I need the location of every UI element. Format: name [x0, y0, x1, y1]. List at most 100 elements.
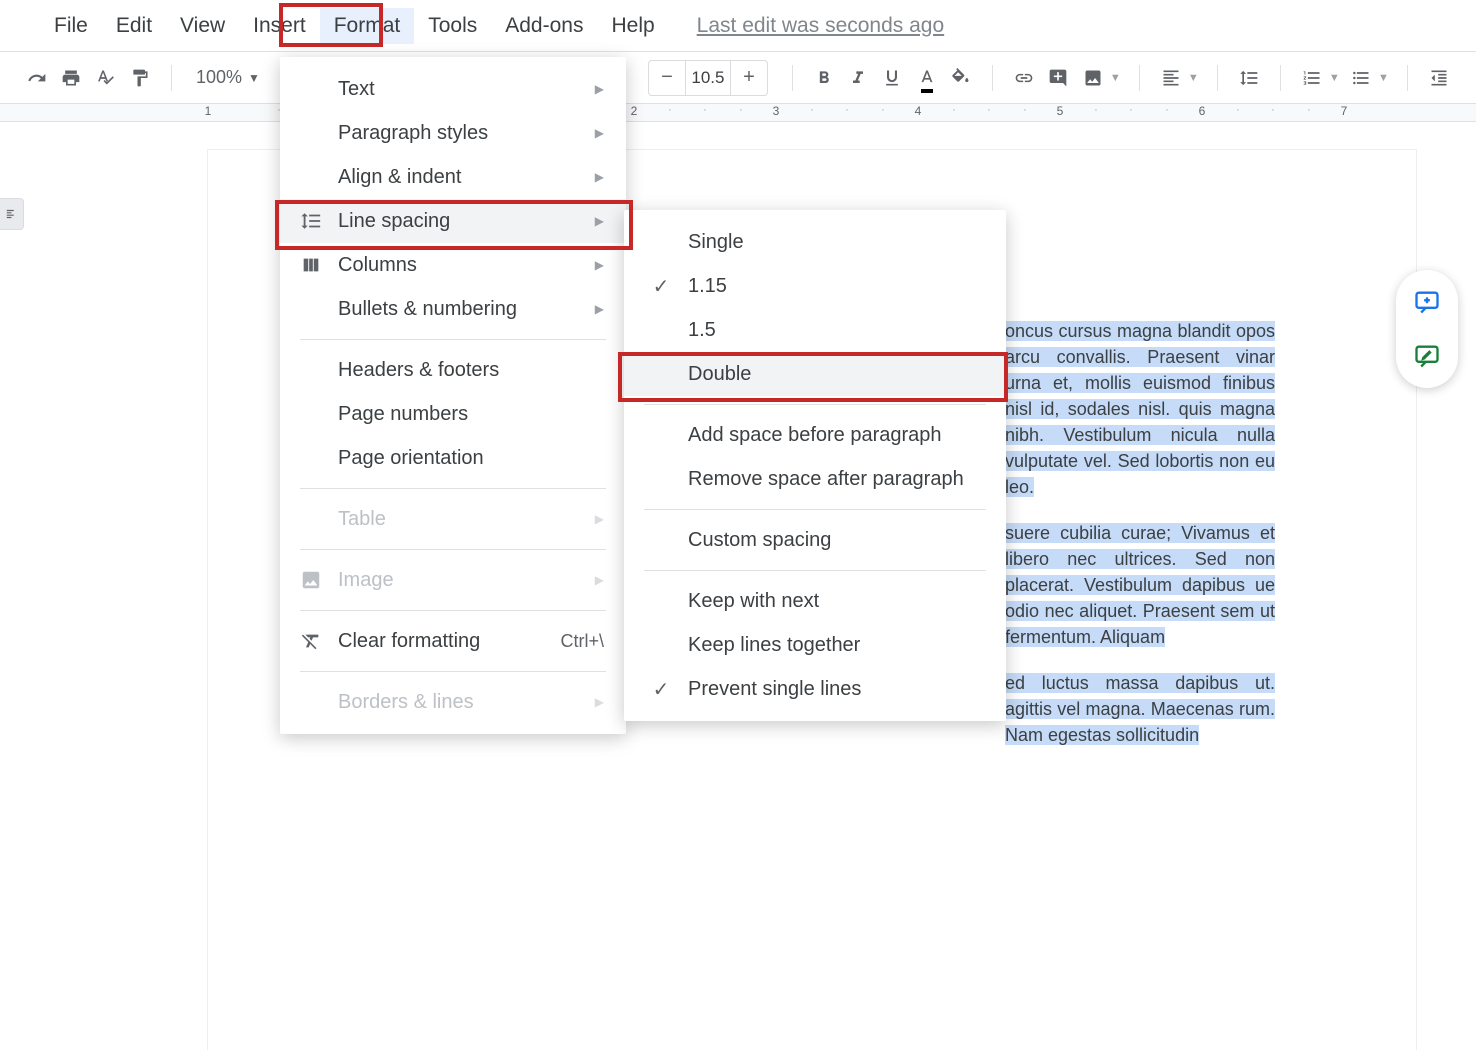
menu-item-label: Image [338, 569, 581, 592]
underline-button[interactable] [879, 60, 905, 96]
checkmark-icon: ✓ [648, 677, 674, 702]
line-spacing-item-custom-spacing[interactable]: Custom spacing [624, 518, 1006, 562]
spellcheck-button[interactable] [93, 60, 119, 96]
insert-image-button[interactable] [1080, 60, 1106, 96]
menu-item-label: Bullets & numbering [338, 298, 581, 321]
menu-item-label: Table [338, 508, 581, 531]
submenu-arrow-icon: ▶ [595, 573, 604, 587]
menu-item-label: Prevent single lines [688, 678, 978, 701]
paint-format-button[interactable] [127, 60, 153, 96]
line-spacing-item-remove-space-after-paragraph[interactable]: Remove space after paragraph [624, 457, 1006, 501]
format-dropdown-menu: Text▶Paragraph styles▶Align & indent▶Lin… [280, 57, 626, 734]
font-size-decrease[interactable]: − [649, 61, 685, 95]
document-outline-toggle[interactable] [0, 198, 24, 230]
text-color-button[interactable] [914, 60, 940, 96]
last-edit-link[interactable]: Last edit was seconds ago [683, 8, 959, 44]
bulleted-list-button[interactable] [1348, 60, 1374, 96]
menu-item-label: Remove space after paragraph [688, 468, 978, 491]
format-menu-item-table: Table ▶ [280, 497, 626, 541]
menu-item-label: Page orientation [338, 447, 604, 470]
line-spacing-item-1-5[interactable]: 1.5 [624, 308, 1006, 352]
menu-addons[interactable]: Add-ons [491, 8, 597, 44]
menu-item-label: Single [688, 231, 978, 254]
ruler-number: 2 [631, 104, 638, 118]
format-menu-item-headers-footers[interactable]: Headers & footers [280, 348, 626, 392]
menu-tools[interactable]: Tools [414, 8, 491, 44]
redo-button[interactable] [24, 60, 50, 96]
format-menu-item-columns[interactable]: Columns▶ [280, 243, 626, 287]
menu-item-label: Line spacing [338, 210, 581, 233]
format-menu-item-bullets-numbering[interactable]: Bullets & numbering ▶ [280, 287, 626, 331]
image-icon [298, 569, 324, 591]
submenu-arrow-icon: ▶ [595, 82, 604, 96]
insert-link-button[interactable] [1011, 60, 1037, 96]
zoom-value: 100% [196, 67, 242, 88]
line-spacing-icon [298, 210, 324, 232]
format-menu-item-align-indent[interactable]: Align & indent▶ [280, 155, 626, 199]
font-size-increase[interactable]: + [731, 61, 767, 95]
add-comment-icon[interactable] [1411, 286, 1443, 318]
submenu-arrow-icon: ▶ [595, 214, 604, 228]
side-panel-fab [1396, 270, 1458, 388]
menu-insert[interactable]: Insert [239, 8, 320, 44]
line-spacing-submenu: Single ✓1.15 1.5 Double Add space before par… [624, 210, 1006, 721]
ruler-number: 7 [1341, 104, 1348, 118]
bold-button[interactable] [811, 60, 837, 96]
line-spacing-item-keep-lines-together[interactable]: Keep lines together [624, 623, 1006, 667]
format-menu-item-image: Image ▶ [280, 558, 626, 602]
menu-item-label: Text [338, 78, 581, 101]
font-size-stepper: − + [648, 60, 768, 96]
selected-text: ed luctus massa dapibus ut. agittis vel … [1005, 673, 1275, 745]
submenu-arrow-icon: ▶ [595, 512, 604, 526]
ruler-number: 6 [1199, 104, 1206, 118]
menu-help[interactable]: Help [597, 8, 668, 44]
line-spacing-item-1-15[interactable]: ✓1.15 [624, 264, 1006, 308]
menu-edit[interactable]: Edit [102, 8, 166, 44]
menu-item-label: Clear formatting [338, 630, 546, 653]
line-spacing-item-add-space-before-paragraph[interactable]: Add space before paragraph [624, 413, 1006, 457]
line-spacing-item-double[interactable]: Double [624, 352, 1006, 396]
selected-text: suere cubilia curae; Vivamus et libero n… [1005, 523, 1275, 647]
format-menu-item-page-orientation[interactable]: Page orientation [280, 436, 626, 480]
align-button[interactable] [1158, 60, 1184, 96]
menu-item-label: Headers & footers [338, 359, 604, 382]
checkmark-icon: ✓ [648, 274, 674, 299]
caret-down-icon: ▼ [1110, 72, 1121, 84]
line-spacing-item-keep-with-next[interactable]: Keep with next [624, 579, 1006, 623]
menu-item-label: Borders & lines [338, 691, 581, 714]
ruler: 1 · · · · · 2 · · · 3 · · · 4 · · · 5 · … [0, 104, 1476, 122]
highlight-color-button[interactable] [948, 60, 974, 96]
menu-format[interactable]: Format [320, 8, 415, 44]
ruler-number: 1 [205, 104, 212, 118]
line-spacing-item-prevent-single-lines[interactable]: ✓ Prevent single lines [624, 667, 1006, 711]
print-button[interactable] [58, 60, 84, 96]
format-menu-item-page-numbers[interactable]: Page numbers [280, 392, 626, 436]
caret-down-icon: ▼ [1188, 72, 1199, 84]
format-menu-item-clear-formatting[interactable]: Clear formattingCtrl+\ [280, 619, 626, 663]
suggest-edits-icon[interactable] [1411, 340, 1443, 372]
format-menu-item-line-spacing[interactable]: Line spacing ▶ [280, 199, 626, 243]
submenu-arrow-icon: ▶ [595, 258, 604, 272]
submenu-arrow-icon: ▶ [595, 302, 604, 316]
caret-down-icon: ▼ [248, 71, 260, 85]
decrease-indent-button[interactable] [1426, 60, 1452, 96]
insert-comment-button[interactable] [1045, 60, 1071, 96]
format-menu-item-text[interactable]: Text ▶ [280, 67, 626, 111]
italic-button[interactable] [845, 60, 871, 96]
line-spacing-button[interactable] [1235, 60, 1261, 96]
toolbar: 100% ▼ − + ▼ ▼ ▼ ▼ [0, 51, 1476, 104]
font-size-input[interactable] [685, 61, 731, 95]
menu-bar: File Edit View Insert Format Tools Add-o… [0, 0, 1476, 51]
format-menu-item-paragraph-styles[interactable]: Paragraph styles▶ [280, 111, 626, 155]
document-text[interactable]: oncus cursus magna blandit opos arcu con… [1005, 318, 1275, 768]
submenu-arrow-icon: ▶ [595, 126, 604, 140]
zoom-select[interactable]: 100% ▼ [190, 67, 266, 88]
menu-file[interactable]: File [40, 8, 102, 44]
numbered-list-button[interactable] [1299, 60, 1325, 96]
submenu-arrow-icon: ▶ [595, 170, 604, 184]
menu-view[interactable]: View [166, 8, 239, 44]
menu-item-label: Custom spacing [688, 529, 978, 552]
submenu-arrow-icon: ▶ [595, 695, 604, 709]
menu-item-label: 1.5 [688, 319, 978, 342]
line-spacing-item-single[interactable]: Single [624, 220, 1006, 264]
